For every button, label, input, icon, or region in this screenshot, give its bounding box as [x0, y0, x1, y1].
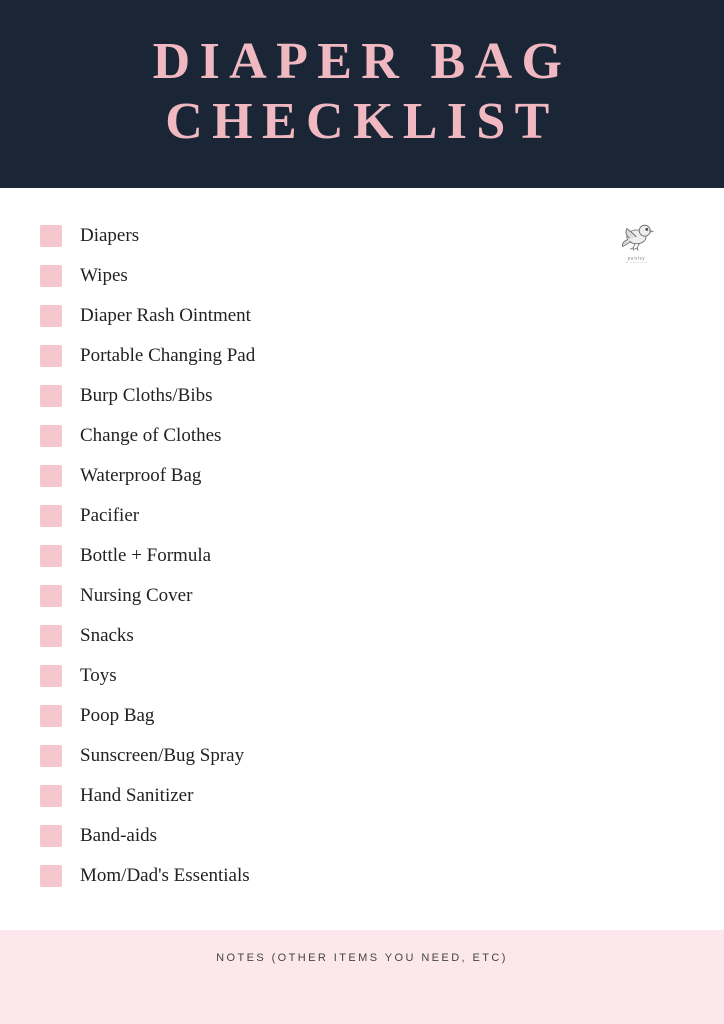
svg-text:paisley: paisley — [628, 255, 646, 260]
list-item: Waterproof Bag — [40, 456, 684, 496]
item-label: Wipes — [80, 265, 128, 287]
item-label: Pacifier — [80, 505, 139, 527]
item-label: Bottle + Formula — [80, 545, 211, 567]
page-title: DIAPER BAG CHECKLIST — [20, 32, 704, 152]
list-item: Bottle + Formula — [40, 536, 684, 576]
checkbox[interactable] — [40, 505, 62, 527]
checkbox[interactable] — [40, 785, 62, 807]
notes-title: NOTES (OTHER ITEMS YOU NEED, ETC) — [20, 952, 704, 964]
checkbox[interactable] — [40, 385, 62, 407]
checkbox[interactable] — [40, 225, 62, 247]
header-section: DIAPER BAG CHECKLIST — [0, 0, 724, 188]
item-label: Mom/Dad's Essentials — [80, 865, 250, 887]
svg-text:& sparrow: & sparrow — [626, 261, 648, 263]
item-label: Change of Clothes — [80, 425, 221, 447]
checklist: Diapers Wipes Diaper Rash Ointment Portable… — [40, 216, 684, 896]
checkbox[interactable] — [40, 345, 62, 367]
list-item: Hand Sanitizer — [40, 776, 684, 816]
checkbox[interactable] — [40, 585, 62, 607]
item-label: Band-aids — [80, 825, 157, 847]
list-item: Sunscreen/Bug Spray — [40, 736, 684, 776]
item-label: Diaper Rash Ointment — [80, 305, 251, 327]
item-label: Sunscreen/Bug Spray — [80, 745, 244, 767]
checkbox[interactable] — [40, 825, 62, 847]
list-item: Diapers — [40, 216, 684, 256]
checkbox[interactable] — [40, 425, 62, 447]
list-item: Change of Clothes — [40, 416, 684, 456]
list-item: Toys — [40, 656, 684, 696]
list-item: Nursing Cover — [40, 576, 684, 616]
logo-icon: paisley & sparrow — [609, 208, 664, 263]
checkbox[interactable] — [40, 465, 62, 487]
checkbox[interactable] — [40, 625, 62, 647]
list-item: Wipes — [40, 256, 684, 296]
item-label: Toys — [80, 665, 117, 687]
list-item: Mom/Dad's Essentials — [40, 856, 684, 896]
item-label: Portable Changing Pad — [80, 345, 255, 367]
list-item: Snacks — [40, 616, 684, 656]
item-label: Nursing Cover — [80, 585, 192, 607]
item-label: Diapers — [80, 225, 139, 247]
checkbox[interactable] — [40, 705, 62, 727]
list-item: Poop Bag — [40, 696, 684, 736]
item-label: Waterproof Bag — [80, 465, 201, 487]
item-label: Burp Cloths/Bibs — [80, 385, 213, 407]
checkbox[interactable] — [40, 305, 62, 327]
item-label: Hand Sanitizer — [80, 785, 193, 807]
checkbox[interactable] — [40, 545, 62, 567]
checkbox[interactable] — [40, 265, 62, 287]
list-item: Diaper Rash Ointment — [40, 296, 684, 336]
list-item: Pacifier — [40, 496, 684, 536]
notes-section: NOTES (OTHER ITEMS YOU NEED, ETC) — [0, 930, 724, 1024]
item-label: Poop Bag — [80, 705, 154, 727]
item-label: Snacks — [80, 625, 134, 647]
checkbox[interactable] — [40, 665, 62, 687]
checkbox[interactable] — [40, 865, 62, 887]
list-item: Burp Cloths/Bibs — [40, 376, 684, 416]
logo-area: paisley & sparrow — [609, 208, 664, 268]
list-item: Portable Changing Pad — [40, 336, 684, 376]
list-item: Band-aids — [40, 816, 684, 856]
checkbox[interactable] — [40, 745, 62, 767]
main-content: paisley & sparrow Diapers Wipes Diaper Ras… — [0, 188, 724, 920]
